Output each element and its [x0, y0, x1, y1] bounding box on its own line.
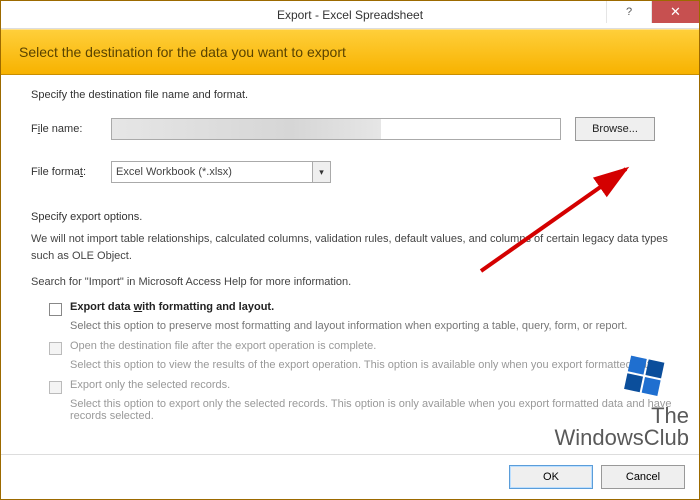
opt-open-after-sub: Select this option to view the results o… — [70, 359, 679, 371]
options-section-label: Specify export options. — [31, 211, 679, 223]
chevron-down-icon: ▾ — [312, 162, 330, 182]
opt-open-after: Open the destination file after the expo… — [49, 340, 679, 355]
file-name-row: File name: Browse... — [31, 117, 679, 141]
opt-open-after-checkbox — [49, 342, 62, 355]
close-button[interactable]: ✕ — [651, 1, 699, 23]
opt-selected-only-checkbox — [49, 381, 62, 394]
ok-button[interactable]: OK — [509, 465, 593, 489]
file-name-input[interactable] — [111, 118, 561, 140]
opt-selected-only-label: Export only the selected records. — [70, 379, 230, 391]
help-button[interactable]: ? — [606, 1, 651, 23]
file-format-combo[interactable]: Excel Workbook (*.xlsx) ▾ — [111, 161, 331, 183]
browse-button[interactable]: Browse... — [575, 117, 655, 141]
export-dialog: Export - Excel Spreadsheet ? ✕ Select th… — [0, 0, 700, 500]
dialog-footer: OK Cancel — [1, 454, 699, 499]
opt-selected-only: Export only the selected records. — [49, 379, 679, 394]
file-format-value: Excel Workbook (*.xlsx) — [116, 166, 232, 178]
close-icon: ✕ — [670, 4, 681, 20]
window-controls: ? ✕ — [606, 1, 699, 23]
cancel-button[interactable]: Cancel — [601, 465, 685, 489]
watermark-text: The WindowsClub — [555, 405, 690, 449]
file-name-label: File name: — [31, 123, 111, 135]
file-format-row: File format: Excel Workbook (*.xlsx) ▾ — [31, 161, 679, 183]
opt-export-formatting-sub: Select this option to preserve most form… — [70, 320, 679, 332]
titlebar: Export - Excel Spreadsheet ? ✕ — [1, 1, 699, 29]
options-help-hint: Search for "Import" in Microsoft Access … — [31, 274, 679, 291]
dialog-body: Specify the destination file name and fo… — [1, 75, 699, 454]
banner-heading: Select the destination for the data you … — [19, 44, 346, 60]
banner: Select the destination for the data you … — [1, 29, 699, 75]
opt-export-formatting: Export data with formatting and layout. — [49, 301, 679, 316]
file-format-label: File format: — [31, 166, 111, 178]
help-icon: ? — [626, 6, 632, 18]
opt-open-after-label: Open the destination file after the expo… — [70, 340, 376, 352]
options-warning: We will not import table relationships, … — [31, 231, 679, 264]
window-title: Export - Excel Spreadsheet — [1, 8, 699, 22]
opt-export-formatting-label: Export data with formatting and layout. — [70, 301, 274, 313]
watermark-flag-icon — [621, 353, 669, 401]
dest-section-label: Specify the destination file name and fo… — [31, 89, 679, 101]
opt-export-formatting-checkbox[interactable] — [49, 303, 62, 316]
